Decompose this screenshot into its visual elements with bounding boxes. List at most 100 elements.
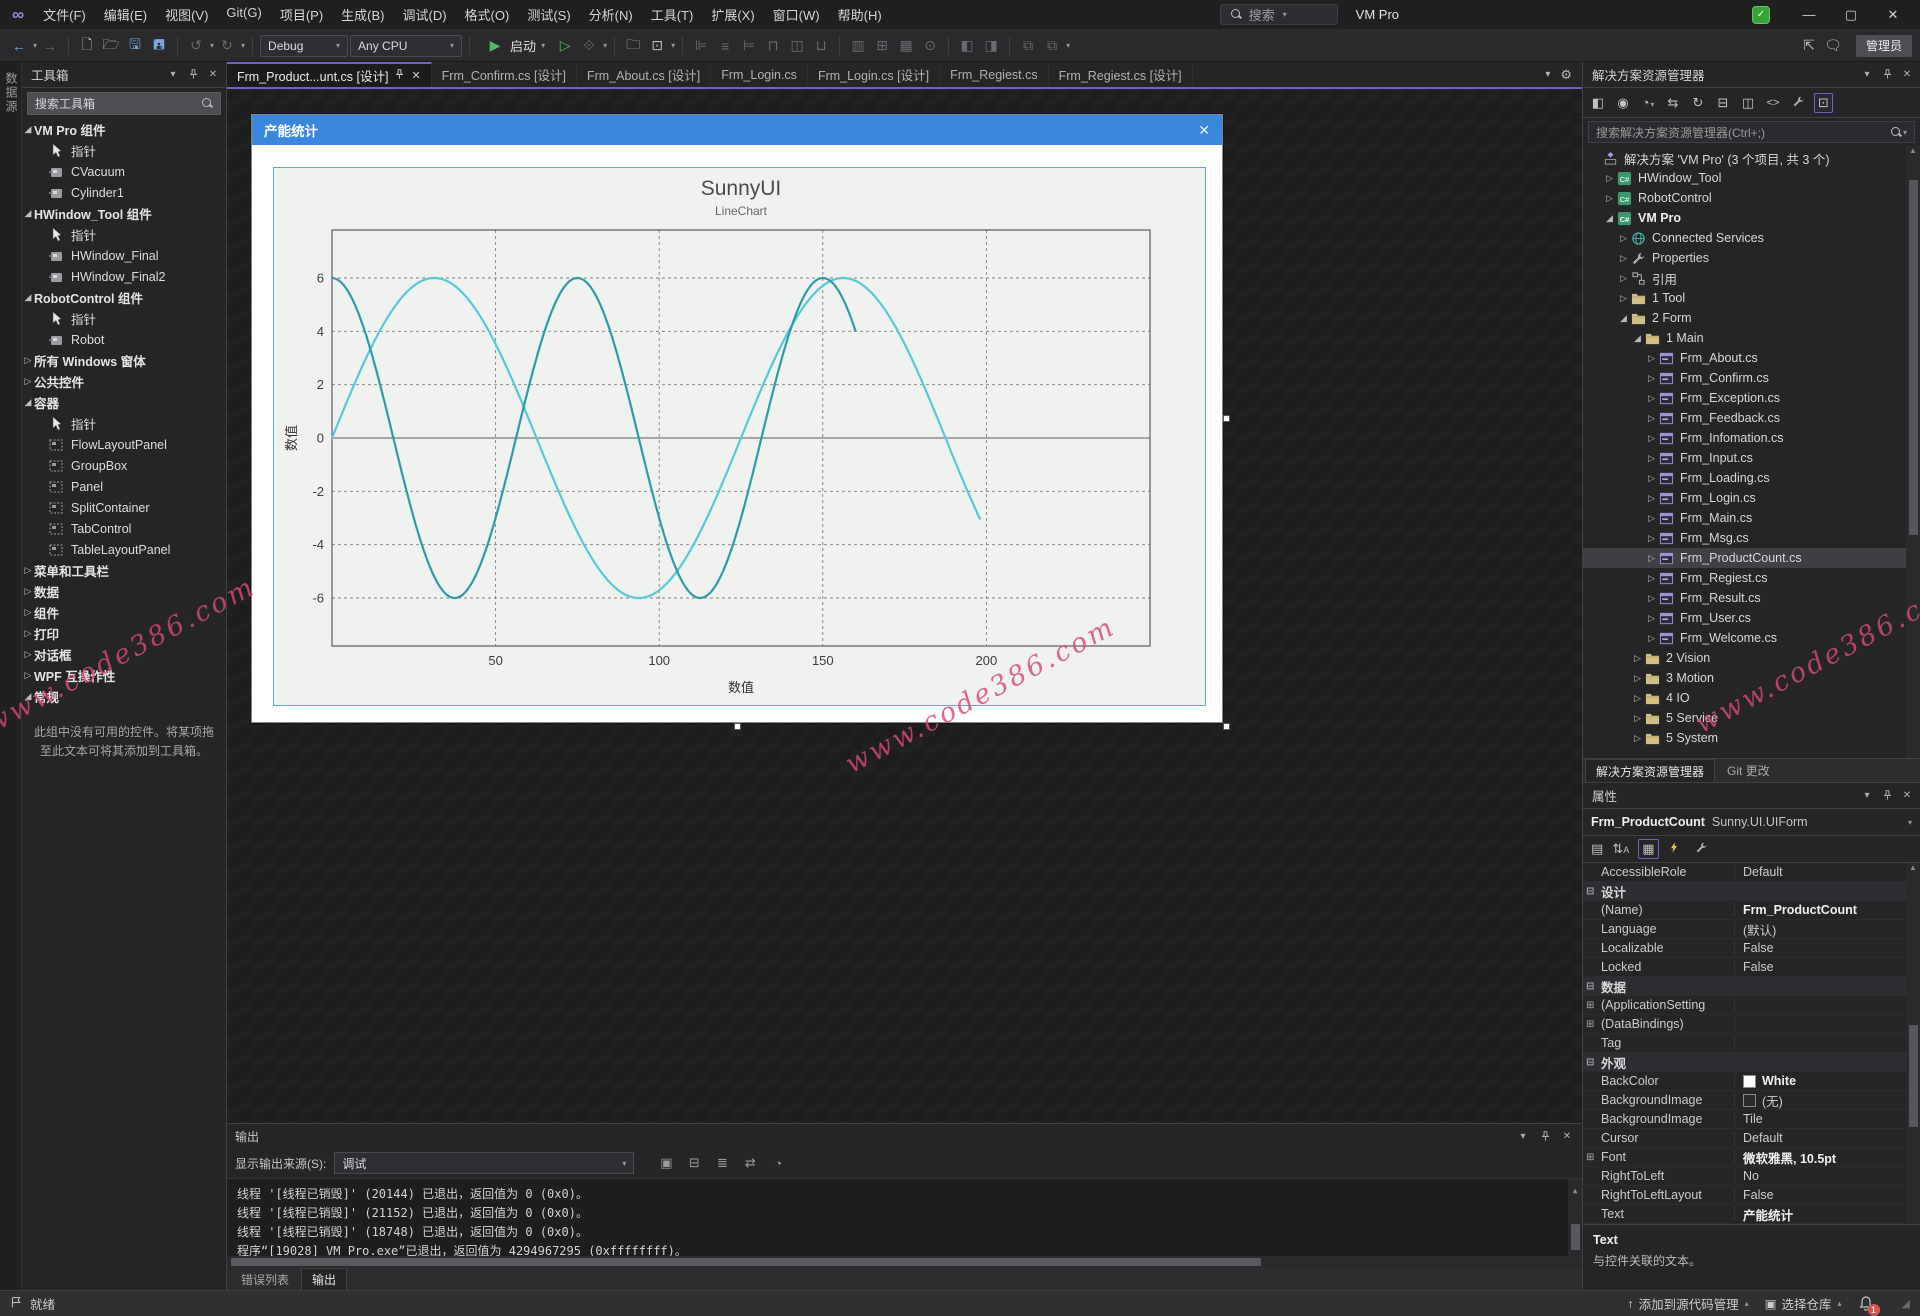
document-tab-4[interactable]: Frm_Login.cs: [711, 62, 808, 87]
bottom-panel-tab[interactable]: 错误列表: [231, 1268, 299, 1290]
toolbox-item[interactable]: TableLayoutPanel: [22, 539, 226, 560]
solution-tree-row[interactable]: ▷ Frm_Regiest.cs: [1583, 568, 1920, 588]
notifications-button[interactable]: 1: [1858, 1295, 1880, 1316]
solution-tree-row[interactable]: ▷ Frm_Welcome.cs: [1583, 628, 1920, 648]
property-value[interactable]: False: [1735, 941, 1920, 955]
solution-tree-row[interactable]: ▷ Frm_Main.cs: [1583, 508, 1920, 528]
align-centers-icon[interactable]: ≡: [714, 34, 736, 58]
property-row[interactable]: Localizable False: [1583, 939, 1920, 958]
pin-icon[interactable]: [186, 69, 200, 80]
chevron-down-icon[interactable]: ▾: [1860, 790, 1874, 801]
document-tab-2[interactable]: Frm_Confirm.cs [设计]: [432, 62, 577, 87]
document-tab-7[interactable]: Frm_Regiest.cs [设计]: [1049, 62, 1193, 87]
property-row[interactable]: Language (默认): [1583, 920, 1920, 939]
object-selector-dropdown[interactable]: Frm_ProductCount Sunny.UI.UIForm ▾: [1583, 809, 1920, 836]
global-search-box[interactable]: 搜索 ▾: [1219, 4, 1338, 25]
menu-item-3[interactable]: 视图(V): [156, 2, 217, 27]
tab-overflow-icon[interactable]: ▾: [1545, 69, 1550, 80]
close-icon[interactable]: ✕: [1900, 69, 1914, 80]
properties-wrench-icon[interactable]: [1789, 95, 1807, 111]
save-icon[interactable]: 🖫: [124, 34, 146, 58]
solution-tree-row[interactable]: ▷ 5 System: [1583, 728, 1920, 748]
property-value[interactable]: Default: [1735, 865, 1920, 879]
pending-changes-filter-icon[interactable]: ◔▾: [1639, 95, 1657, 110]
document-tab-1[interactable]: Frm_Product...unt.cs [设计] ✕: [227, 62, 432, 87]
align-bottoms-icon[interactable]: ⊔: [810, 34, 832, 58]
solution-tree-row[interactable]: ▷ 4 IO: [1583, 688, 1920, 708]
toolbox-section[interactable]: ▷ 公共控件: [22, 371, 226, 392]
property-row[interactable]: RightToLeftLayout False: [1583, 1186, 1920, 1205]
pin-tab-icon[interactable]: [394, 68, 405, 83]
property-row[interactable]: AccessibleRole Default: [1583, 863, 1920, 882]
collapse-icon[interactable]: ⊟: [1586, 981, 1597, 992]
designed-form[interactable]: 产能统计 ✕ SunnyUI LineChart 50 100 150 200 6 4 2 0 -2…: [251, 114, 1223, 723]
property-category-row[interactable]: ⊟ 设计: [1583, 882, 1920, 901]
close-icon[interactable]: ✕: [1900, 790, 1914, 801]
solution-tree-row[interactable]: ◢ C# VM Pro: [1583, 208, 1920, 228]
clear-all-icon[interactable]: ≣: [712, 1155, 732, 1171]
alphabetical-icon[interactable]: ⇅A: [1612, 841, 1629, 857]
solution-tree-row[interactable]: ▷ Frm_ProductCount.cs: [1583, 548, 1920, 568]
toolbox-item[interactable]: 指针: [22, 224, 226, 245]
send-to-back-icon[interactable]: ⧉: [1041, 34, 1063, 58]
toolbox-item[interactable]: Cylinder1: [22, 182, 226, 203]
collapse-icon[interactable]: ⊟: [1586, 886, 1597, 897]
make-same-width-icon[interactable]: ▥: [847, 34, 869, 58]
close-button[interactable]: ✕: [1872, 0, 1914, 29]
property-row[interactable]: Text 产能统计: [1583, 1205, 1920, 1224]
toolbox-item[interactable]: 指针: [22, 140, 226, 161]
toolbox-item[interactable]: Panel: [22, 476, 226, 497]
align-tops-icon[interactable]: ⊓: [762, 34, 784, 58]
open-file-icon[interactable]: 🗁: [100, 34, 122, 58]
jump-next-icon[interactable]: ⊟: [684, 1155, 704, 1171]
properties-view-icon[interactable]: ▦: [1638, 839, 1659, 859]
form-designer-surface[interactable]: 产能统计 ✕ SunnyUI LineChart 50 100 150 200 6 4 2 0 -2…: [227, 89, 1582, 1123]
close-icon[interactable]: ✕: [206, 69, 220, 80]
categorized-icon[interactable]: ▤: [1591, 841, 1603, 857]
property-row[interactable]: BackgroundImage Tile: [1583, 1110, 1920, 1129]
menu-item-6[interactable]: 生成(B): [332, 2, 393, 27]
properties-window-icon[interactable]: ◫: [1739, 95, 1757, 111]
resize-handle-south[interactable]: [734, 723, 741, 730]
property-value[interactable]: False: [1735, 960, 1920, 974]
share-icon[interactable]: ⇱: [1798, 34, 1820, 58]
toolbox-section[interactable]: ▷ 数据: [22, 581, 226, 602]
property-row[interactable]: Tag: [1583, 1034, 1920, 1053]
solution-tree-row[interactable]: ▷ 5 Service: [1583, 708, 1920, 728]
toolbox-item[interactable]: FlowLayoutPanel: [22, 434, 226, 455]
toolbox-section[interactable]: ▷ WPF 互操作性: [22, 665, 226, 686]
solution-tree-row[interactable]: ▷ Frm_Result.cs: [1583, 588, 1920, 608]
property-row[interactable]: (Name) Frm_ProductCount: [1583, 901, 1920, 920]
property-value[interactable]: (默认): [1735, 920, 1920, 939]
toolbox-item[interactable]: HWindow_Final2: [22, 266, 226, 287]
expand-icon[interactable]: ⊞: [1586, 1152, 1597, 1163]
menu-item-11[interactable]: 工具(T): [642, 2, 703, 27]
resize-grip[interactable]: ◢: [1902, 1297, 1910, 1310]
toolbox-section[interactable]: ▷ 对话框: [22, 644, 226, 665]
view-code-icon[interactable]: <>: [1764, 97, 1782, 109]
solution-tree-row[interactable]: ▷ Frm_Loading.cs: [1583, 468, 1920, 488]
toolbox-section[interactable]: ◢ 常规: [22, 686, 226, 707]
data-sources-vertical-tab[interactable]: 数据源: [0, 62, 23, 124]
solution-tree-row[interactable]: ▷ Frm_Login.cs: [1583, 488, 1920, 508]
pin-icon[interactable]: [1880, 69, 1894, 80]
toolbox-section[interactable]: ◢ RobotControl 组件: [22, 287, 226, 308]
property-row[interactable]: BackColor White: [1583, 1072, 1920, 1091]
property-row[interactable]: Locked False: [1583, 958, 1920, 977]
property-row[interactable]: RightToLeft No: [1583, 1167, 1920, 1186]
toolbox-item[interactable]: Robot: [22, 329, 226, 350]
solution-tree-row[interactable]: ▷ Frm_Exception.cs: [1583, 388, 1920, 408]
property-value[interactable]: Default: [1735, 1131, 1920, 1145]
toolbox-section[interactable]: ▷ 组件: [22, 602, 226, 623]
minimize-button[interactable]: —: [1788, 0, 1830, 29]
make-same-size-icon[interactable]: ⊞: [871, 34, 893, 58]
property-value[interactable]: False: [1735, 1188, 1920, 1202]
property-value[interactable]: No: [1735, 1169, 1920, 1183]
toolbox-section[interactable]: ▷ 打印: [22, 623, 226, 644]
horizontal-spacing-icon[interactable]: ◧: [956, 34, 978, 58]
solution-tree-row[interactable]: ▷ Frm_Infomation.cs: [1583, 428, 1920, 448]
solution-tree-row[interactable]: ▷ Frm_Input.cs: [1583, 448, 1920, 468]
solution-tree-row[interactable]: ▷ 引用: [1583, 268, 1920, 288]
output-horizontal-scrollbar[interactable]: [227, 1256, 1582, 1268]
menu-item-14[interactable]: 帮助(H): [829, 2, 891, 27]
